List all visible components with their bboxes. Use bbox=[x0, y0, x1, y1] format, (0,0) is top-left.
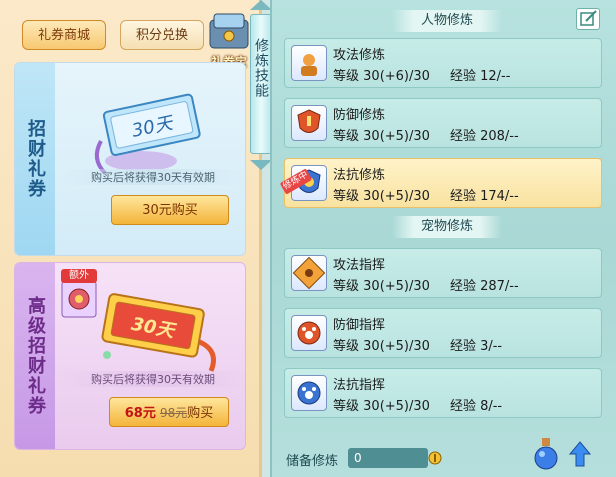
original-price: 98元 bbox=[159, 406, 188, 420]
row-name: 攻法修炼 bbox=[333, 48, 386, 63]
row-stats: 等级 30(+5)/30 经验 208/-- bbox=[333, 129, 519, 144]
sale-price: 68元 bbox=[124, 406, 156, 421]
row-name: 防御修炼 bbox=[333, 108, 386, 123]
card-title: 高级招财礼券 bbox=[25, 296, 46, 416]
attack-cultivation-icon bbox=[291, 45, 327, 81]
coin-icon[interactable] bbox=[428, 451, 442, 465]
cultivation-panel: 人物修炼 攻法修炼 等级 30(+6)/30 经验 12/-- 防御修炼 等级 3… bbox=[270, 0, 616, 477]
card-title-strip: 招财礼券 bbox=[15, 63, 55, 255]
row-level: 30(+5)/30 bbox=[363, 399, 430, 414]
row-exp: 8/-- bbox=[480, 399, 503, 414]
row-stats: 等级 30(+5)/30 经验 174/-- bbox=[333, 189, 519, 204]
edit-button[interactable] bbox=[576, 8, 600, 30]
row-name: 防御指挥 bbox=[333, 318, 386, 333]
row-level: 30(+5)/30 bbox=[363, 129, 430, 144]
cultivation-row-resist[interactable]: 修炼中 法抗修炼 等级 30(+5)/30 经验 174/-- bbox=[279, 158, 602, 208]
premium-voucher-description: 购买后将获得30天有效期 bbox=[59, 371, 245, 387]
row-name: 法抗指挥 bbox=[333, 378, 386, 393]
tab-label: 修炼技能 bbox=[253, 38, 269, 98]
row-exp: 174/-- bbox=[480, 189, 519, 204]
pet-defense-icon bbox=[291, 315, 327, 351]
buy-premium-button[interactable]: 68元 98元购买 bbox=[109, 397, 229, 427]
pet-row-resist[interactable]: 法抗指挥 等级 30(+5)/30 经验 8/-- bbox=[284, 368, 602, 418]
row-level: 30(+6)/30 bbox=[363, 69, 430, 84]
tab-points-exchange[interactable]: 积分兑换 bbox=[120, 20, 204, 50]
pet-section-title: 宠物修炼 bbox=[392, 216, 502, 238]
row-exp: 208/-- bbox=[480, 129, 519, 144]
cultivation-row-attack[interactable]: 攻法修炼 等级 30(+6)/30 经验 12/-- bbox=[284, 38, 602, 88]
row-level: 30(+5)/30 bbox=[363, 339, 430, 354]
row-stats: 等级 30(+5)/30 经验 3/-- bbox=[333, 339, 503, 354]
pet-attack-icon bbox=[291, 255, 327, 291]
pet-row-defense[interactable]: 防御指挥 等级 30(+5)/30 经验 3/-- bbox=[284, 308, 602, 358]
pet-resist-icon bbox=[291, 375, 327, 411]
premium-fortune-voucher-card: 高级招财礼券 额外 30天 购买后将获得30天有效期 68元 98元购买 bbox=[14, 262, 246, 450]
row-name: 攻法指挥 bbox=[333, 258, 386, 273]
defense-cultivation-icon bbox=[291, 105, 327, 141]
cultivation-row-defense[interactable]: 防御修炼 等级 30(+5)/30 经验 208/-- bbox=[284, 98, 602, 148]
row-exp: 12/-- bbox=[480, 69, 511, 84]
fortune-voucher-card: 招财礼券 30天 购买后将获得30天有效期 30元购买 bbox=[14, 62, 246, 256]
voucher-shop-panel: 礼券商城 积分兑换 礼券宝 招财礼券 30天 购买后将获得30天有效期 30元购… bbox=[0, 0, 262, 477]
voucher-ticket-image: 30天 bbox=[94, 93, 201, 175]
row-exp: 287/-- bbox=[480, 279, 519, 294]
row-stats: 等级 30(+5)/30 经验 8/-- bbox=[333, 399, 503, 414]
pet-row-attack[interactable]: 攻法指挥 等级 30(+5)/30 经验 287/-- bbox=[284, 248, 602, 298]
tab-voucher-mall[interactable]: 礼券商城 bbox=[22, 20, 106, 50]
row-stats: 等级 30(+5)/30 经验 287/-- bbox=[333, 279, 519, 294]
row-name: 法抗修炼 bbox=[333, 168, 386, 183]
edit-icon bbox=[580, 10, 597, 26]
row-level: 30(+5)/30 bbox=[363, 279, 430, 294]
buy-30-yuan-button[interactable]: 30元购买 bbox=[111, 195, 229, 225]
reserve-field[interactable]: 0 bbox=[348, 448, 428, 468]
upgrade-arrow-icon[interactable] bbox=[568, 440, 592, 468]
premium-voucher-ticket-image: 30天 bbox=[101, 293, 216, 372]
buy-suffix: 购买 bbox=[187, 406, 214, 421]
card-title: 招财礼券 bbox=[25, 119, 46, 199]
row-level: 30(+5)/30 bbox=[363, 189, 430, 204]
reserve-label: 储备修炼 bbox=[286, 454, 339, 469]
person-section-title: 人物修炼 bbox=[392, 10, 502, 32]
potion-icon[interactable] bbox=[532, 436, 560, 470]
voucher-description: 购买后将获得30天有效期 bbox=[59, 169, 245, 185]
row-stats: 等级 30(+6)/30 经验 12/-- bbox=[333, 69, 511, 84]
card-title-strip: 高级招财礼券 bbox=[15, 263, 55, 449]
row-exp: 3/-- bbox=[480, 339, 503, 354]
